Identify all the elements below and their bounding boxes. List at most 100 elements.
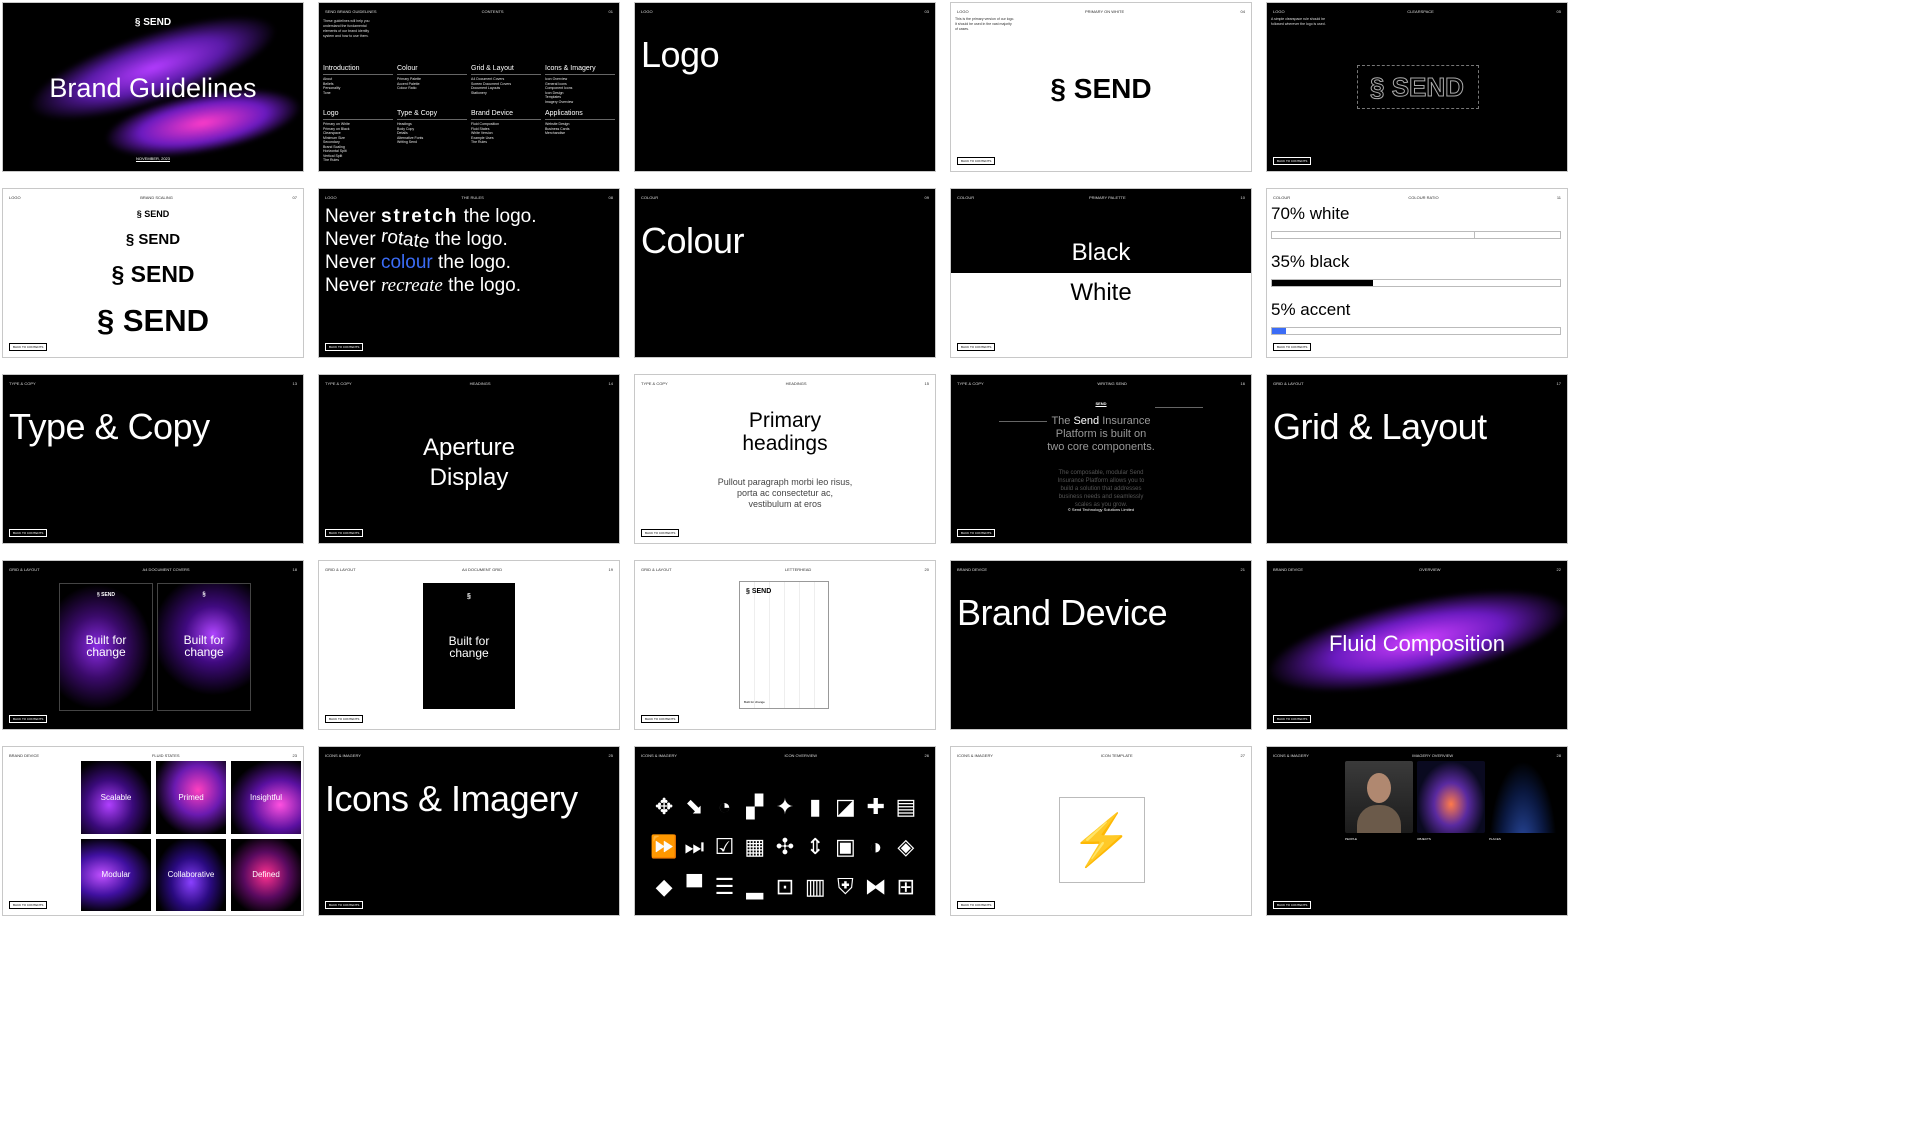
slide-grid-title[interactable]: GRID & LAYOUT 17 Grid & Layout	[1266, 374, 1568, 544]
brand-icon: ▀	[686, 874, 703, 899]
contents-section-title[interactable]: Brand Device	[471, 110, 541, 120]
slide-colour-title[interactable]: COLOUR 09 Colour	[634, 188, 936, 358]
brand-icon: ▤	[895, 794, 917, 819]
contents-item[interactable]: Stationery	[471, 91, 541, 96]
meta-left: TYPE & COPY	[957, 381, 984, 386]
slide-a4-covers[interactable]: GRID & LAYOUT A4 DOCUMENT COVERS 18 § SEND…	[2, 560, 304, 730]
contents-item[interactable]: Colour Ratio	[397, 86, 467, 91]
slide-fluid-states[interactable]: BRAND DEVICE FLUID STATES 23 Scalable Prime…	[2, 746, 304, 916]
contents-section-title[interactable]: Logo	[323, 110, 393, 120]
back-button[interactable]: BACK TO CONTENTS	[9, 343, 48, 351]
slide-primary-headings[interactable]: TYPE & COPY HEADINGS 15 Primary headings P…	[634, 374, 936, 544]
back-button[interactable]: BACK TO CONTENTS	[1273, 343, 1312, 351]
contents-section-title[interactable]: Colour	[397, 65, 467, 75]
fluid-state-label: Insightful	[249, 792, 283, 802]
slide-logo-white[interactable]: LOGO PRIMARY ON WHITE 04 This is the prima…	[950, 2, 1252, 172]
slide-icon-overview[interactable]: ICONS & IMAGERY ICON OVERVIEW 26 ✥ ⬊ ◔ ▞ ✦ ▮ ◪ ✚ ▤…	[634, 746, 936, 916]
slide-imagery[interactable]: ICONS & IMAGERY IMAGERY OVERVIEW 28 PEOPLE…	[1266, 746, 1568, 916]
section-title: Brand Device	[957, 592, 1168, 633]
back-button[interactable]: BACK TO CONTENTS	[957, 157, 996, 165]
meta-left: LOGO	[325, 195, 337, 200]
back-button[interactable]: BACK TO CONTENTS	[957, 343, 996, 351]
contents-item[interactable]: The Rules	[471, 140, 541, 145]
meta-mid: A4 DOCUMENT GRID	[462, 567, 503, 572]
fluid-state-tile: Scalable	[81, 761, 151, 834]
contents-item[interactable]: Writing Send	[397, 140, 467, 145]
back-button[interactable]: BACK TO CONTENTS	[325, 715, 364, 723]
back-button[interactable]: BACK TO CONTENTS	[957, 901, 996, 909]
back-button[interactable]: BACK TO CONTENTS	[9, 901, 48, 909]
contents-item[interactable]: Merchandise	[545, 131, 615, 136]
contents-section: Brand Device Fluid Composition Fluid State…	[471, 110, 541, 163]
icon-grid: ✥ ⬊ ◔ ▞ ✦ ▮ ◪ ✚ ▤ ⏩ ⏭ ☑ ▦ ✣ ⇕ ▣ ◑ ◈ ◆ ▀ ☰ ▂ ⊡ ▥ ⛨ ⧓ ⊞	[649, 787, 921, 907]
meta-mid: CLEARSPACE	[1407, 9, 1434, 14]
slide-primary-palette[interactable]: COLOUR PRIMARY PALETTE 10 Black White BACK…	[950, 188, 1252, 358]
fluid-state-label: Defined	[252, 870, 280, 880]
back-button[interactable]: BACK TO CONTENTS	[1273, 901, 1312, 909]
slide-colour-ratio[interactable]: COLOUR COLOUR RATIO 11 70% white 35% black 5…	[1266, 188, 1568, 358]
meta-mid: CONTENTS	[481, 9, 504, 14]
rule-stretch: Never stretch the logo.	[325, 206, 537, 227]
back-button[interactable]: BACK TO CONTENTS	[9, 529, 48, 537]
brand-logo: § SEND	[134, 17, 172, 28]
fluid-state-label: Collaborative	[167, 870, 215, 880]
slide-writing-send[interactable]: TYPE & COPY WRITING SEND 16 SEND The Send …	[950, 374, 1252, 544]
lightning-icon: ⚡	[1070, 812, 1134, 868]
fluid-state-tile: Primed	[156, 761, 226, 834]
contents-section: Type & Copy Headings Body Copy Details Alter…	[397, 110, 467, 163]
contents-item[interactable]: Imagery Overview	[545, 100, 615, 105]
aperture-title: Aperture Display	[422, 434, 516, 491]
contents-section-title[interactable]: Introduction	[323, 65, 393, 75]
contents-section-title[interactable]: Type & Copy	[397, 110, 467, 120]
back-button[interactable]: BACK TO CONTENTS	[957, 529, 996, 537]
back-button[interactable]: BACK TO CONTENTS	[325, 901, 364, 909]
brand-icon: ▞	[746, 794, 764, 819]
slide-fluid[interactable]: BRAND DEVICE OVERVIEW 22 Fluid Composition…	[1266, 560, 1568, 730]
section-title: Icons & Imagery	[325, 778, 578, 819]
back-button[interactable]: BACK TO CONTENTS	[641, 529, 680, 537]
contents-item[interactable]: Tone	[323, 91, 393, 96]
meta-left: GRID & LAYOUT	[9, 567, 40, 572]
slide-cover[interactable]: § SEND Brand Guidelines NOVEMBER, 2023	[2, 2, 304, 172]
contents-section-title[interactable]: Grid & Layout	[471, 65, 541, 75]
slide-clearspace[interactable]: LOGO CLEARSPACE 05 A simple clearspace rul…	[1266, 2, 1568, 172]
slide-icons-title[interactable]: ICONS & IMAGERY 25 Icons & Imagery BACK T…	[318, 746, 620, 916]
brand-icon: ⊞	[896, 874, 916, 899]
pullout-paragraph: Pullout paragraph morbi leo risus, porta…	[717, 477, 853, 509]
back-button[interactable]: BACK TO CONTENTS	[325, 343, 364, 351]
outline-logo: § SEND	[1370, 71, 1465, 102]
brand-icon: ⏩	[650, 834, 678, 859]
meta-left: SEND BRAND GUIDELINES	[325, 9, 377, 14]
slide-type-title[interactable]: TYPE & COPY 13 Type & Copy BACK TO CONTEN…	[2, 374, 304, 544]
contents-item[interactable]: The Rules	[323, 158, 393, 163]
slide-letterhead[interactable]: GRID & LAYOUT LETTERHEAD 20 § SEND Built f…	[634, 560, 936, 730]
back-button[interactable]: BACK TO CONTENTS	[641, 715, 680, 723]
back-button[interactable]: BACK TO CONTENTS	[1273, 157, 1312, 165]
contents-section-title[interactable]: Icons & Imagery	[545, 65, 615, 75]
back-button[interactable]: BACK TO CONTENTS	[1273, 715, 1312, 723]
fluid-state-tile: Defined	[231, 838, 301, 911]
ratio-row: 70% white	[1271, 205, 1561, 239]
meta-left: BRAND DEVICE	[1273, 567, 1304, 572]
slide-aperture[interactable]: TYPE & COPY HEADINGS 14 Aperture Display B…	[318, 374, 620, 544]
contents-section-title[interactable]: Applications	[545, 110, 615, 120]
slide-logo-rules[interactable]: LOGO THE RULES 08 Never stretch the logo. …	[318, 188, 620, 358]
swatch-black-label: Black	[1071, 239, 1131, 266]
slide-contents[interactable]: SEND BRAND GUIDELINES CONTENTS 01 These gu…	[318, 2, 620, 172]
slide-logo-title[interactable]: LOGO 03 Logo	[634, 2, 936, 172]
slide-icon-template[interactable]: ICONS & IMAGERY ICON TEMPLATE 27 ⚡ BACK TO…	[950, 746, 1252, 916]
contents-grid: Introduction About Beliefs Personality Tone C…	[323, 65, 615, 163]
contents-section: Icons & Imagery Icon Overview General Icon…	[545, 65, 615, 104]
rules-list: Never stretch the logo. Never rotate the…	[325, 205, 537, 297]
back-button[interactable]: BACK TO CONTENTS	[325, 529, 364, 537]
slide-a4-grid[interactable]: GRID & LAYOUT A4 DOCUMENT GRID 19 § Built …	[318, 560, 620, 730]
letterhead-page: § SEND Built for change	[739, 581, 829, 709]
rule-colour: Never colour the logo.	[325, 252, 511, 273]
a4-cover-2: § Built for change	[157, 583, 251, 711]
logo-size-m: § SEND	[111, 261, 195, 287]
slide-brand-scaling[interactable]: LOGO BRAND SCALING 07 § SEND § SEND § SEND…	[2, 188, 304, 358]
section-title: Logo	[641, 34, 720, 75]
slide-device-title[interactable]: BRAND DEVICE 21 Brand Device	[950, 560, 1252, 730]
meta-mid: ICON TEMPLATE	[1100, 753, 1133, 758]
back-button[interactable]: BACK TO CONTENTS	[9, 715, 48, 723]
